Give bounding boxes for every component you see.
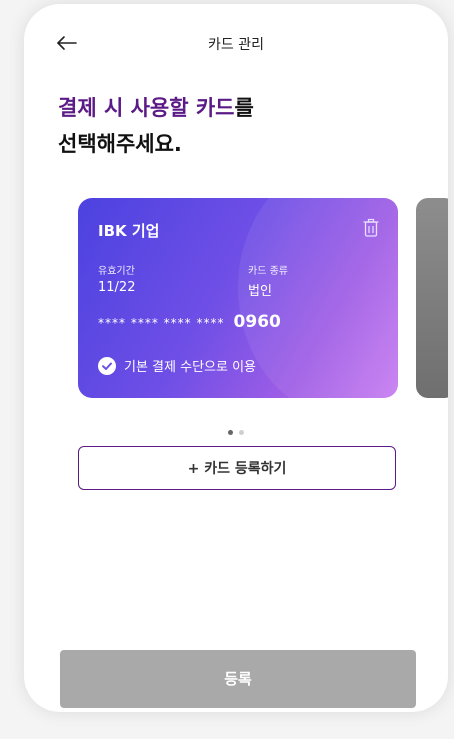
expiry-label: 유효기간	[98, 266, 135, 277]
next-card-peek[interactable]	[416, 198, 448, 398]
expiry-value: 11/22	[98, 280, 136, 295]
card-number-mask: **** **** **** ****	[98, 316, 225, 330]
heading-suffix: 를	[234, 96, 254, 120]
trash-icon	[363, 218, 379, 237]
default-payment-label: 기본 결제 수단으로 이용	[124, 360, 256, 375]
pagination-dot-active[interactable]	[228, 430, 233, 435]
payment-card[interactable]: IBK 기업 유효기간 11/22 카드 종류 법인 **** **** ***…	[78, 198, 398, 398]
add-card-button[interactable]: + 카드 등록하기	[78, 446, 396, 490]
page-title: 카드 관리	[208, 37, 264, 53]
phone-screen: 카드 관리 결제 시 사용할 카드를 선택해주세요. IBK 기업 유효기간 1…	[24, 4, 448, 712]
heading-accent: 결제 시 사용할 카드	[58, 96, 235, 120]
card-type-value: 법인	[248, 284, 272, 299]
card-bank-name: IBK 기업	[98, 222, 160, 240]
carousel-pagination	[24, 420, 448, 435]
pagination-dot[interactable]	[239, 430, 244, 435]
card-number-last4: 0960	[233, 312, 281, 332]
check-circle-icon	[98, 356, 116, 375]
default-payment-toggle[interactable]: 기본 결제 수단으로 이용	[98, 356, 256, 375]
register-button[interactable]: 등록	[60, 650, 416, 708]
card-number: **** **** **** **** 0960	[98, 312, 281, 332]
card-type-label: 카드 종류	[248, 266, 288, 277]
heading-line-1: 결제 시 사용할 카드를	[58, 90, 254, 126]
header: 카드 관리	[24, 26, 448, 66]
instruction-heading: 결제 시 사용할 카드를 선택해주세요.	[58, 90, 254, 162]
heading-line-2: 선택해주세요.	[58, 132, 182, 156]
card-carousel[interactable]: IBK 기업 유효기간 11/22 카드 종류 법인 **** **** ***…	[24, 198, 448, 404]
delete-card-button[interactable]	[362, 218, 380, 238]
